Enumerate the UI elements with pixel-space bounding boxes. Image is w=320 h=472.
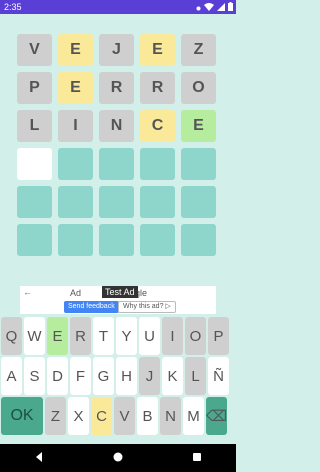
board-row xyxy=(17,186,219,218)
key-k[interactable]: K xyxy=(162,357,183,395)
keyboard-row: QWERTYUIOP xyxy=(0,317,236,355)
letter-tile xyxy=(17,148,52,180)
wifi-icon xyxy=(204,2,214,13)
letter-tile: E xyxy=(58,34,93,66)
board-row xyxy=(17,148,219,180)
why-this-ad-button[interactable]: Why this ad? ▷ xyxy=(118,301,176,313)
keyboard: Q W E R T Y U I O P A S D F G H J K L Ñ OK Z X C V B N M ⌫ xyxy=(0,317,236,437)
letter-tile xyxy=(181,148,216,180)
recents-icon[interactable] xyxy=(192,449,202,467)
key-f[interactable]: F xyxy=(70,357,91,395)
letter-tile xyxy=(181,224,216,256)
letter-tile: R xyxy=(99,72,134,104)
back-icon[interactable] xyxy=(34,449,44,467)
key-m[interactable]: M xyxy=(183,397,204,435)
key-d[interactable]: D xyxy=(47,357,68,395)
status-icons xyxy=(196,2,233,13)
letter-tile: O xyxy=(181,72,216,104)
key-t[interactable]: T xyxy=(93,317,114,355)
keyboard-row: ASDFGHJKLÑ xyxy=(0,357,236,395)
key-i[interactable]: I xyxy=(162,317,183,355)
letter-tile: E xyxy=(140,34,175,66)
letter-tile xyxy=(17,224,52,256)
letter-tile xyxy=(58,186,93,218)
key-ñ[interactable]: Ñ xyxy=(208,357,229,395)
key-w[interactable]: W xyxy=(24,317,45,355)
status-time: 2:35 xyxy=(4,2,22,12)
signal-icon xyxy=(217,2,225,13)
letter-tile: C xyxy=(140,110,175,142)
key-c[interactable]: C xyxy=(91,397,112,435)
key-s[interactable]: S xyxy=(24,357,45,395)
key-a[interactable]: A xyxy=(1,357,22,395)
key-p[interactable]: P xyxy=(208,317,229,355)
key-o[interactable]: O xyxy=(185,317,206,355)
ok-button[interactable]: OK xyxy=(1,397,43,435)
letter-tile: V xyxy=(17,34,52,66)
key-e[interactable]: E xyxy=(47,317,68,355)
board-row: PERRO xyxy=(17,72,219,104)
key-g[interactable]: G xyxy=(93,357,114,395)
ad-back-icon[interactable]: ← xyxy=(23,287,32,297)
letter-tile xyxy=(99,224,134,256)
key-y[interactable]: Y xyxy=(116,317,137,355)
letter-tile xyxy=(181,186,216,218)
letter-tile: N xyxy=(99,110,134,142)
key-l[interactable]: L xyxy=(185,357,206,395)
send-feedback-button[interactable]: Send feedback xyxy=(64,301,119,313)
key-z[interactable]: Z xyxy=(45,397,66,435)
status-bar: 2:35 xyxy=(0,0,236,14)
test-ad-label: Test Ad xyxy=(102,286,138,298)
letter-tile: E xyxy=(58,72,93,104)
letter-tile: E xyxy=(181,110,216,142)
letter-tile: Z xyxy=(181,34,216,66)
key-x[interactable]: X xyxy=(68,397,89,435)
board-row xyxy=(17,224,219,256)
key-v[interactable]: V xyxy=(114,397,135,435)
letter-tile xyxy=(58,148,93,180)
ad-banner[interactable]: ← Ad gle Test Ad Send feedback Why this … xyxy=(20,286,216,314)
keyboard-row: OK Z X C V B N M ⌫ xyxy=(0,397,236,435)
letter-tile: J xyxy=(99,34,134,66)
key-u[interactable]: U xyxy=(139,317,160,355)
board-row: LINCE xyxy=(17,110,219,142)
home-icon[interactable] xyxy=(113,449,123,467)
navigation-bar xyxy=(0,444,236,472)
key-q[interactable]: Q xyxy=(1,317,22,355)
letter-tile: L xyxy=(17,110,52,142)
game-board: VEJEZPERROLINCE xyxy=(17,34,219,262)
letter-tile xyxy=(140,186,175,218)
board-row: VEJEZ xyxy=(17,34,219,66)
dot-icon xyxy=(196,3,201,13)
letter-tile: P xyxy=(17,72,52,104)
key-h[interactable]: H xyxy=(116,357,137,395)
letter-tile xyxy=(140,224,175,256)
letter-tile: I xyxy=(58,110,93,142)
letter-tile xyxy=(17,186,52,218)
key-r[interactable]: R xyxy=(70,317,91,355)
key-b[interactable]: B xyxy=(137,397,158,435)
key-n[interactable]: N xyxy=(160,397,181,435)
letter-tile: R xyxy=(140,72,175,104)
letter-tile xyxy=(99,186,134,218)
letter-tile xyxy=(99,148,134,180)
letter-tile xyxy=(140,148,175,180)
letter-tile xyxy=(58,224,93,256)
ad-title-left: Ad xyxy=(70,288,82,298)
battery-icon xyxy=(228,2,233,13)
key-j[interactable]: J xyxy=(139,357,160,395)
backspace-icon[interactable]: ⌫ xyxy=(206,397,227,435)
